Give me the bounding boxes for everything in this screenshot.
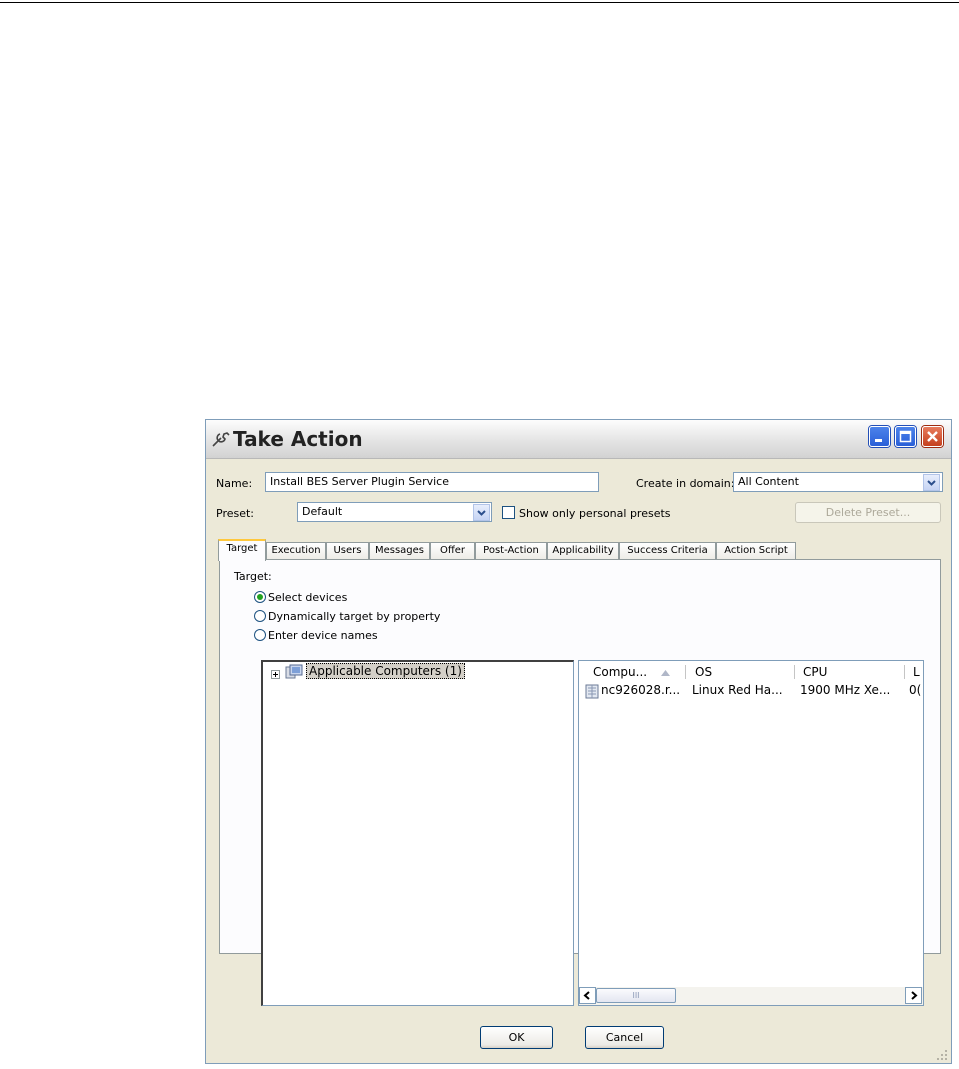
tab-users[interactable]: Users — [326, 542, 369, 560]
minimize-icon — [875, 439, 882, 442]
radio-dynamic-target[interactable] — [254, 610, 266, 622]
horizontal-scrollbar[interactable]: III — [579, 987, 923, 1005]
ok-button[interactable]: OK — [480, 1026, 553, 1049]
column-header-os[interactable]: OS — [690, 661, 790, 683]
maximize-icon — [899, 430, 912, 443]
computer-icon — [585, 684, 599, 699]
preset-dropdown-button[interactable] — [473, 504, 490, 521]
tab-success-criteria[interactable]: Success Criteria — [619, 542, 716, 560]
column-separator[interactable] — [904, 665, 905, 679]
chevron-down-icon — [477, 510, 486, 516]
title-bar[interactable]: Take Action — [206, 420, 951, 459]
personal-presets-label: Show only personal presets — [519, 507, 671, 520]
tab-target[interactable]: Target — [218, 539, 266, 561]
domain-select[interactable]: All Content — [733, 472, 943, 492]
cell-computer-name: nc926028.r... — [601, 683, 681, 697]
domain-value: All Content — [738, 475, 799, 488]
scroll-right-button[interactable] — [905, 987, 922, 1004]
column-header-computer[interactable]: Compu... — [588, 661, 684, 683]
tree-node-applicable-computers[interactable]: Applicable Computers (1) — [306, 663, 465, 679]
take-action-dialog: Take Action Name: Install BES Server Plu… — [205, 419, 952, 1064]
chevron-down-icon — [927, 480, 936, 486]
radio-enter-device-names[interactable] — [254, 629, 266, 641]
delete-preset-button[interactable]: Delete Preset... — [795, 502, 941, 523]
column-header-computer-label: Compu... — [593, 665, 648, 679]
computer-group-tree[interactable]: Applicable Computers (1) — [261, 660, 574, 1006]
name-input[interactable]: Install BES Server Plugin Service — [265, 472, 599, 492]
minimize-button[interactable] — [869, 426, 890, 447]
arrow-right-icon — [911, 991, 918, 1000]
computer-group-icon — [285, 664, 303, 679]
cell-os: Linux Red Ha... — [692, 683, 783, 697]
tab-action-script[interactable]: Action Script — [716, 542, 796, 560]
cell-cpu: 1900 MHz Xe... — [800, 683, 891, 697]
scroll-left-button[interactable] — [579, 987, 596, 1004]
cancel-button[interactable]: Cancel — [585, 1026, 664, 1049]
domain-label: Create in domain: — [636, 477, 735, 490]
tab-applicability[interactable]: Applicability — [547, 542, 619, 560]
column-header-last[interactable]: L — [908, 661, 923, 683]
page-top-rule — [0, 2, 959, 3]
preset-label: Preset: — [216, 507, 255, 520]
close-icon — [927, 431, 938, 442]
radio-dynamic-target-label: Dynamically target by property — [268, 610, 441, 623]
tab-messages[interactable]: Messages — [369, 542, 430, 560]
tab-execution[interactable]: Execution — [266, 542, 326, 560]
preset-select[interactable]: Default — [297, 502, 492, 522]
name-label: Name: — [216, 477, 253, 490]
cell-last: 0( — [909, 683, 921, 697]
computer-list[interactable]: Compu... OS CPU L nc926028.r... Linux Re… — [578, 660, 924, 1006]
radio-select-devices[interactable] — [254, 591, 266, 603]
arrow-left-icon — [583, 991, 590, 1000]
maximize-button[interactable] — [895, 426, 916, 447]
expand-icon[interactable] — [271, 670, 280, 679]
column-separator[interactable] — [794, 665, 795, 679]
target-heading: Target: — [234, 570, 272, 583]
tab-offer[interactable]: Offer — [430, 542, 475, 560]
domain-dropdown-button[interactable] — [923, 474, 940, 491]
tab-post-action[interactable]: Post-Action — [475, 542, 547, 560]
personal-presets-checkbox[interactable] — [502, 506, 515, 519]
radio-select-devices-label: Select devices — [268, 591, 348, 604]
radio-enter-device-names-label: Enter device names — [268, 629, 378, 642]
close-button[interactable] — [922, 426, 943, 447]
scroll-thumb[interactable]: III — [596, 988, 676, 1003]
column-separator[interactable] — [685, 665, 686, 679]
preset-value: Default — [302, 505, 343, 518]
wrench-icon — [212, 432, 230, 447]
column-header-cpu[interactable]: CPU — [798, 661, 898, 683]
resize-grip-icon[interactable] — [936, 1049, 948, 1061]
sort-ascending-icon — [660, 670, 670, 676]
window-title: Take Action — [233, 427, 363, 451]
